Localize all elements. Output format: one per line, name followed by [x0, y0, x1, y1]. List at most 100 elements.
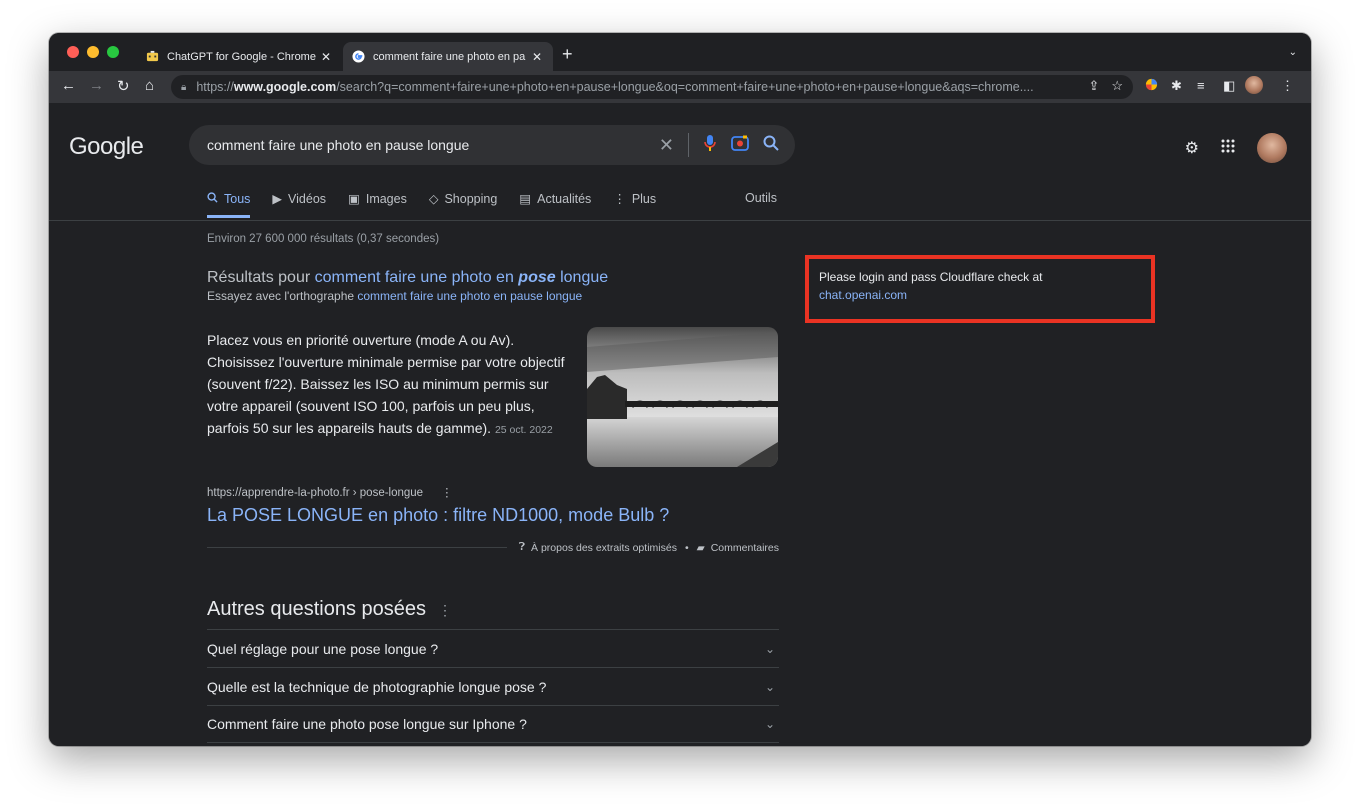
chatgpt-login-link[interactable]: chat.openai.com [819, 288, 1141, 302]
clear-search-icon[interactable]: ✕ [659, 135, 674, 156]
forward-arrow-icon[interactable]: → [89, 77, 104, 94]
close-window-button[interactable] [67, 46, 79, 58]
tab-news[interactable]: ▤ Actualités [519, 191, 591, 218]
tab-videos[interactable]: ▶︎ Vidéos [272, 191, 326, 218]
omnibox-actions: ⇪ ☆ [1082, 78, 1123, 94]
people-also-ask-title: Autres questions posées ⋮ [207, 598, 452, 621]
share-icon[interactable]: ⇪ [1088, 78, 1099, 94]
close-tab-icon[interactable]: ✕ [529, 50, 545, 64]
search-input[interactable]: comment faire une photo en pause longue … [189, 125, 795, 165]
question-text: Quelle est la technique de photographie … [207, 678, 547, 695]
extension-colorful-icon[interactable] [1145, 78, 1158, 94]
apps-grid-icon[interactable] [1221, 139, 1235, 158]
chevron-down-icon: ⌄ [764, 679, 775, 694]
profile-avatar[interactable] [1245, 76, 1263, 94]
featured-snippet-text: Placez vous en priorité ouverture (mode … [207, 329, 567, 441]
voice-search-icon[interactable] [703, 134, 717, 157]
google-logo[interactable]: Google [69, 133, 144, 161]
paa-question[interactable]: Comment faire une photo pose longue sur … [207, 705, 779, 743]
featured-snippet-footer: ❓︎ À propos des extraits optimisés • ▰ C… [207, 541, 779, 554]
url-prefix: https:// [196, 80, 234, 94]
search-instead: Essayez avec l'orthographe comment faire… [207, 289, 608, 303]
video-icon: ▶︎ [272, 192, 283, 206]
browser-window: ChatGPT for Google - Chrome ✕ comment fa… [49, 33, 1311, 746]
result-source-url[interactable]: https://apprendre-la-photo.fr › pose-lon… [207, 485, 453, 499]
chevron-down-icon: ⌄ [764, 717, 775, 731]
feedback-icon: ▰ [696, 541, 705, 554]
lens-camera-icon[interactable] [731, 135, 749, 156]
search-submit-icon[interactable] [763, 135, 779, 156]
corrected-query-part: comment faire une photo en [314, 269, 519, 286]
more-options-icon[interactable]: ⋮ [438, 602, 452, 618]
results-for-label: Résultats pour [207, 269, 315, 286]
chevron-down-icon: ⌄ [764, 641, 775, 656]
tab-shopping[interactable]: ◇ Shopping [429, 191, 497, 218]
question-text: Quel réglage pour une pose longue ? [207, 640, 439, 657]
reload-icon[interactable]: ↻ [117, 77, 130, 95]
tools-button[interactable]: Outils [745, 191, 777, 205]
tab-all[interactable]: Tous [207, 191, 251, 218]
more-vert-icon: ⋮ [613, 192, 626, 206]
zoom-window-button[interactable] [107, 46, 119, 58]
tab-label: Tous [224, 191, 251, 206]
featured-snippet-image[interactable] [587, 327, 778, 467]
minimize-window-button[interactable] [87, 46, 99, 58]
home-icon[interactable]: ⌂ [145, 77, 154, 94]
news-icon: ▤ [519, 192, 532, 206]
side-panel-icon[interactable]: ◧ [1223, 78, 1235, 94]
settings-gear-icon[interactable]: ⚙ [1185, 138, 1199, 158]
tab-title: ChatGPT for Google - Chrome [167, 50, 316, 63]
close-tab-icon[interactable]: ✕ [318, 50, 334, 64]
question-text: Comment faire une photo pose longue sur … [207, 716, 527, 732]
more-options-icon[interactable]: ⋮ [441, 487, 453, 499]
search-tabs: Tous ▶︎ Vidéos ▣ Images ◇ Shopping ▤ Actuali… [207, 191, 656, 218]
snippet-text: Placez vous en priorité ouverture (mode … [207, 332, 565, 436]
chatgpt-extension-panel: Please login and pass Cloudflare check a… [805, 255, 1155, 323]
tab-title: comment faire une photo en pa [373, 50, 526, 63]
google-favicon-icon [351, 50, 365, 64]
address-bar[interactable]: 🔒︎ https://www.google.com/search?q=comme… [171, 75, 1133, 99]
result-url: https://apprendre-la-photo.fr › pose-lon… [207, 487, 424, 499]
tab-label: Plus [631, 191, 657, 206]
feedback-link[interactable]: Commentaires [711, 542, 779, 554]
paa-question[interactable]: Quel réglage pour une pose longue ? ⌄ [207, 629, 779, 667]
url-host: www.google.com [233, 80, 337, 94]
extensions-puzzle-icon[interactable]: ✱ [1171, 78, 1182, 94]
corrected-word: pose [518, 269, 556, 286]
about-snippets-link[interactable]: À propos des extraits optimisés [531, 542, 677, 554]
bookmark-star-icon[interactable]: ☆ [1111, 78, 1123, 94]
corrected-query-part: longue [555, 269, 609, 286]
account-actions: ⚙ [1185, 133, 1287, 163]
browser-menu-icon[interactable]: ⋮ [1281, 78, 1294, 94]
result-title-link[interactable]: La POSE LONGUE en photo : filtre ND1000,… [207, 505, 669, 526]
header-divider [49, 220, 1311, 221]
tab-chatgpt-extension[interactable]: ChatGPT for Google - Chrome ✕ [137, 42, 342, 71]
reading-list-icon[interactable]: ≡ [1197, 78, 1205, 93]
tab-label: Images [365, 191, 407, 206]
snippet-date: 25 oct. 2022 [494, 424, 553, 436]
search-instead-label: Essayez avec l'orthographe [207, 289, 358, 303]
people-also-ask-list: Quel réglage pour une pose longue ? ⌄ Que… [207, 629, 779, 743]
tab-google-search[interactable]: comment faire une photo en pa ✕ [343, 42, 553, 71]
login-message: Please login and pass Cloudflare check a… [819, 270, 1043, 284]
corrected-query-link[interactable]: comment faire une photo en pose longue [315, 269, 609, 286]
divider [207, 547, 507, 548]
tab-label: Shopping [444, 191, 498, 206]
tab-bar: ChatGPT for Google - Chrome ✕ comment fa… [49, 33, 1311, 71]
spelling-correction: Résultats pour comment faire une photo e… [207, 269, 608, 303]
new-tab-button[interactable]: + [562, 44, 573, 65]
search-box-actions: ✕ [659, 125, 779, 165]
lock-icon: 🔒︎ [181, 81, 187, 93]
account-avatar[interactable] [1257, 133, 1287, 163]
paa-question[interactable]: Quelle est la technique de photographie … [207, 667, 779, 705]
tab-images[interactable]: ▣ Images [348, 191, 407, 218]
tag-icon: ◇ [428, 192, 439, 206]
showing-results-for: Résultats pour comment faire une photo e… [207, 269, 608, 287]
help-icon: ❓︎ [518, 541, 526, 553]
tab-more[interactable]: ⋮ Plus [613, 191, 656, 218]
tab-label: Vidéos [288, 191, 327, 206]
original-query-link[interactable]: comment faire une photo en pause longue [357, 289, 582, 303]
tab-search-chevron-icon[interactable]: ⌄ [1289, 47, 1297, 58]
back-arrow-icon[interactable]: ← [61, 77, 76, 94]
bullet-separator: • [684, 541, 689, 554]
